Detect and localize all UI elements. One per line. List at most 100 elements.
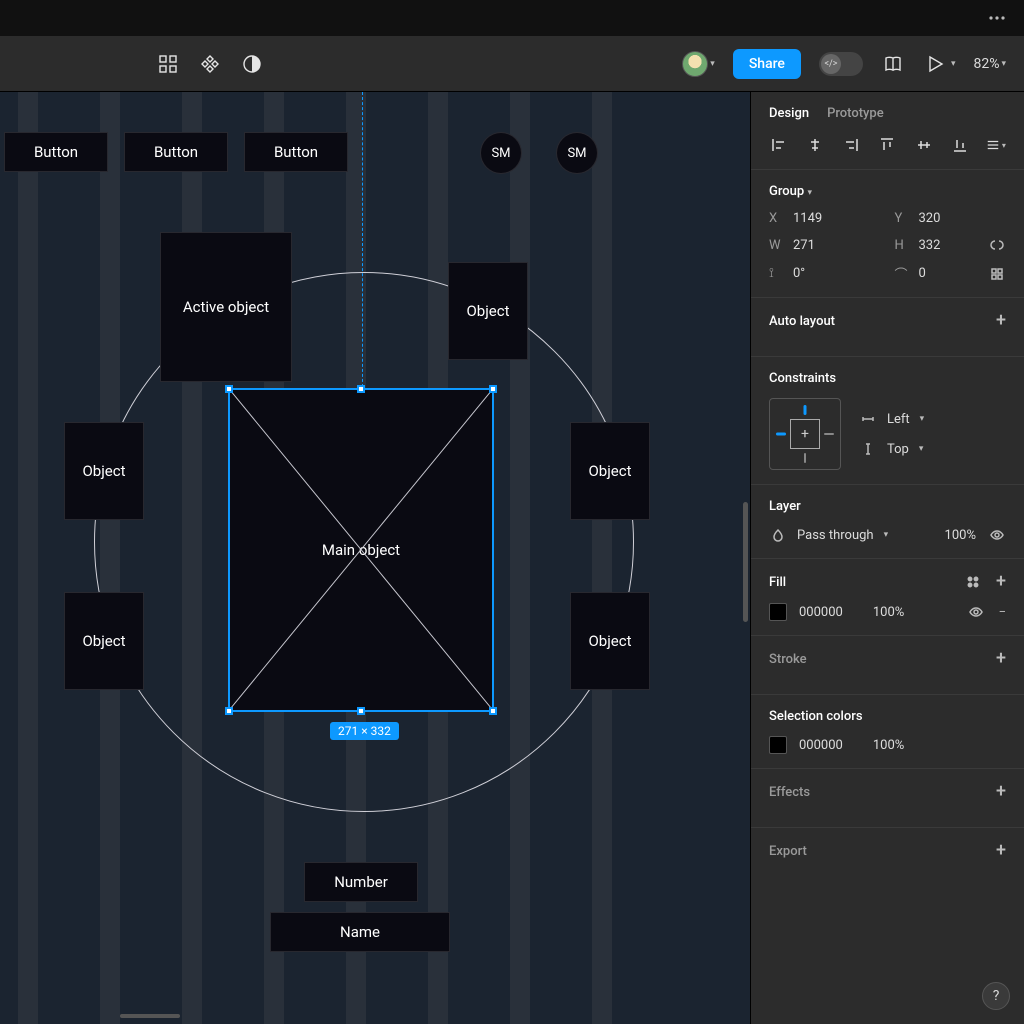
resize-handle-b[interactable] (357, 707, 365, 715)
section-effects: Effects + (751, 769, 1024, 827)
align-top-icon[interactable] (877, 135, 897, 155)
align-right-icon[interactable] (841, 135, 861, 155)
canvas-sm-badge-2[interactable]: SM (556, 132, 598, 174)
visibility-toggle-icon[interactable] (988, 526, 1006, 544)
blend-mode-dropdown[interactable]: Pass through ▾ (769, 526, 888, 544)
add-autolayout-button[interactable]: + (996, 312, 1006, 330)
canvas-object-l1[interactable]: Object (64, 422, 144, 520)
play-icon (923, 52, 947, 76)
alignment-tools: ▾ (751, 133, 1024, 169)
chevron-down-icon: ▾ (710, 59, 715, 69)
canvas-number-field[interactable]: Number (304, 862, 418, 902)
align-center-v-icon[interactable] (914, 135, 934, 155)
h-input[interactable]: H332 (895, 238, 941, 253)
section-export: Export + (751, 828, 1024, 886)
align-center-h-icon[interactable] (805, 135, 825, 155)
layout-grid-icon[interactable] (156, 52, 180, 76)
independent-corners-icon[interactable] (988, 265, 1006, 283)
constraint-horizontal[interactable]: Left ▾ (859, 410, 924, 428)
add-stroke-button[interactable]: + (996, 650, 1006, 668)
share-button[interactable]: Share (733, 49, 801, 79)
rotation-input[interactable]: ⟟0° (769, 264, 881, 283)
vertical-guide (362, 92, 363, 392)
canvas-object-l2[interactable]: Object (64, 592, 144, 690)
top-toolbar: ▾ Share </> ▾ 82% ▾ (0, 36, 1024, 92)
layer-opacity-input[interactable]: 100% (945, 528, 976, 543)
w-input[interactable]: W271 (769, 236, 881, 254)
avatar-icon (682, 51, 708, 77)
zoom-control[interactable]: 82% ▾ (973, 56, 1006, 72)
resize-handle-t[interactable] (357, 385, 365, 393)
selection-color-hex[interactable]: 000000 (799, 738, 843, 753)
chevron-down-icon: ▾ (1001, 59, 1006, 69)
tab-prototype[interactable]: Prototype (827, 106, 884, 121)
canvas-button-1[interactable]: Button (4, 132, 108, 172)
canvas[interactable]: Button Button Button SM SM Active object… (0, 92, 750, 1024)
fill-color-swatch[interactable] (769, 603, 787, 621)
properties-panel: Design Prototype ▾ Group ▾ X1149 Y320 W2… (750, 92, 1024, 1024)
styles-icon[interactable] (964, 573, 982, 591)
canvas-object-r2[interactable]: Object (570, 592, 650, 690)
canvas-scrollbar[interactable] (740, 502, 750, 842)
canvas-object-r1[interactable]: Object (570, 422, 650, 520)
panel-tabs: Design Prototype (751, 92, 1024, 133)
autolayout-label: Auto layout (769, 314, 835, 329)
remove-fill-button[interactable]: − (999, 605, 1006, 620)
canvas-button-2[interactable]: Button (124, 132, 228, 172)
user-avatar[interactable]: ▾ (682, 51, 715, 77)
fill-hex-input[interactable]: 000000 (799, 605, 843, 620)
dev-mode-toggle[interactable]: </> (819, 52, 863, 76)
constraints-diagram[interactable]: + (769, 398, 841, 470)
section-fill: Fill + 000000 100% − (751, 559, 1024, 635)
zoom-value: 82% (973, 56, 999, 72)
tab-design[interactable]: Design (769, 106, 809, 121)
resize-handle-bl[interactable] (225, 707, 233, 715)
blend-icon (769, 526, 787, 544)
distribute-icon[interactable]: ▾ (986, 135, 1006, 155)
frame-type-dropdown[interactable]: Group ▾ (769, 184, 1006, 199)
canvas-sm-badge-1[interactable]: SM (480, 132, 522, 174)
component-icon[interactable] (198, 52, 222, 76)
link-dimensions-icon[interactable] (988, 236, 1006, 254)
mask-icon[interactable] (240, 52, 264, 76)
align-left-icon[interactable] (769, 135, 789, 155)
selection-box[interactable] (228, 388, 494, 712)
resize-handle-tl[interactable] (225, 385, 233, 393)
section-autolayout: Auto layout + (751, 298, 1024, 356)
resize-handle-br[interactable] (489, 707, 497, 715)
canvas-name-field[interactable]: Name (270, 912, 450, 952)
chevron-down-icon: ▾ (951, 59, 956, 69)
align-bottom-icon[interactable] (950, 135, 970, 155)
section-frame: Group ▾ X1149 Y320 W271 H332 ⟟0° ⌒0 (751, 170, 1024, 297)
app-titlebar (0, 0, 1024, 36)
x-input[interactable]: X1149 (769, 211, 881, 226)
fill-opacity-input[interactable]: 100% (873, 605, 904, 620)
section-constraints: Constraints + Left ▾ Top ▾ (751, 357, 1024, 484)
selection-color-swatch[interactable] (769, 736, 787, 754)
code-icon: </> (821, 54, 841, 74)
add-export-button[interactable]: + (996, 842, 1006, 860)
constraint-vertical[interactable]: Top ▾ (859, 440, 924, 458)
help-button[interactable]: ? (982, 982, 1010, 1010)
book-icon[interactable] (881, 52, 905, 76)
add-fill-button[interactable]: + (996, 573, 1006, 591)
chevron-down-icon: ▾ (807, 188, 812, 198)
selection-dimensions-badge: 271 × 332 (330, 722, 399, 740)
canvas-object-tr[interactable]: Object (448, 262, 528, 360)
add-effect-button[interactable]: + (996, 783, 1006, 801)
vertical-icon (859, 440, 877, 458)
section-layer: Layer Pass through ▾ 100% (751, 485, 1024, 558)
selection-color-opacity[interactable]: 100% (873, 738, 904, 753)
canvas-button-3[interactable]: Button (244, 132, 348, 172)
section-selection-colors: Selection colors 000000 100% (751, 695, 1024, 768)
present-button[interactable]: ▾ (923, 52, 956, 76)
horizontal-icon (859, 410, 877, 428)
fill-visibility-icon[interactable] (967, 603, 985, 621)
home-indicator (120, 1014, 180, 1018)
y-input[interactable]: Y320 (895, 211, 1007, 226)
canvas-active-object[interactable]: Active object (160, 232, 292, 382)
section-stroke: Stroke + (751, 636, 1024, 694)
resize-handle-tr[interactable] (489, 385, 497, 393)
corner-radius-input[interactable]: ⌒0 (895, 264, 926, 283)
more-icon[interactable] (986, 7, 1008, 29)
